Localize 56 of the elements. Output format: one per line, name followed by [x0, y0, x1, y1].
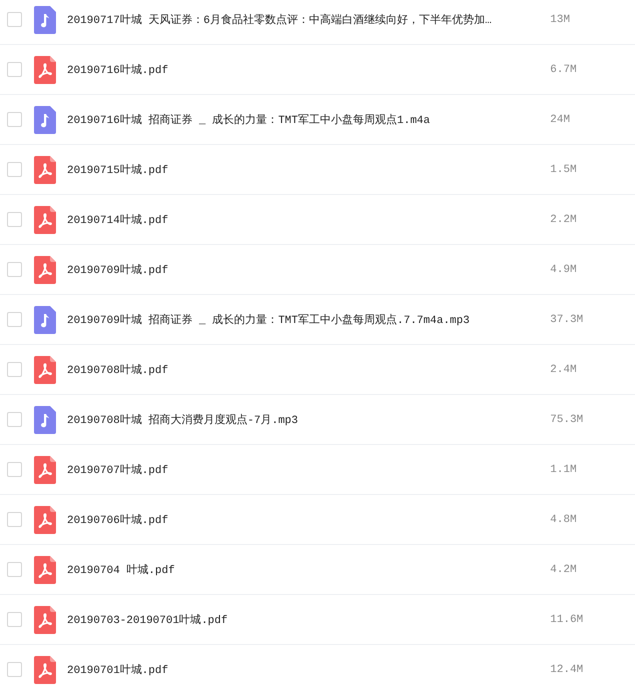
- pdf-file-icon: [34, 256, 56, 284]
- checkbox[interactable]: [7, 562, 22, 577]
- file-size: 2.2M: [550, 214, 578, 226]
- pdf-file-icon: [34, 506, 56, 534]
- checkbox[interactable]: [7, 162, 22, 177]
- checkbox[interactable]: [7, 62, 22, 77]
- file-size: 6.7M: [550, 64, 578, 76]
- music-note-icon: [34, 306, 56, 334]
- file-name[interactable]: 20190709叶城.pdf: [66, 262, 550, 277]
- checkbox[interactable]: [7, 612, 22, 627]
- music-note-icon: [34, 6, 56, 34]
- file-size: 4.9M: [550, 264, 578, 276]
- file-name[interactable]: 20190715叶城.pdf: [66, 162, 550, 177]
- file-name[interactable]: 20190708叶城.pdf: [66, 362, 550, 377]
- file-name[interactable]: 20190701叶城.pdf: [66, 662, 550, 677]
- checkbox[interactable]: [7, 412, 22, 427]
- pdf-file-icon: [34, 456, 56, 484]
- checkbox[interactable]: [7, 512, 22, 527]
- pdf-file-icon: [34, 606, 56, 634]
- file-name[interactable]: 20190709叶城 招商证券 _ 成长的力量：TMT军工中小盘每周观点.7.7m4a.mp3: [66, 312, 550, 327]
- pdf-file-icon: [34, 356, 56, 384]
- file-size: 11.6M: [550, 614, 584, 626]
- checkbox[interactable]: [7, 112, 22, 127]
- checkbox[interactable]: [7, 12, 22, 27]
- file-size: 2.4M: [550, 364, 578, 376]
- file-name[interactable]: 20190714叶城.pdf: [66, 212, 550, 227]
- checkbox[interactable]: [7, 362, 22, 377]
- pdf-file-icon: [34, 156, 56, 184]
- checkbox[interactable]: [7, 462, 22, 477]
- checkbox[interactable]: [7, 262, 22, 277]
- music-note-icon: [34, 406, 56, 434]
- file-name[interactable]: 20190704 叶城.pdf: [66, 562, 550, 577]
- file-name[interactable]: 20190707叶城.pdf: [66, 462, 550, 477]
- file-size: 13M: [550, 14, 571, 26]
- file-size: 37.3M: [550, 314, 584, 326]
- file-size: 24M: [550, 114, 571, 126]
- file-size: 75.3M: [550, 414, 584, 426]
- file-size: 1.1M: [550, 464, 578, 476]
- pdf-file-icon: [34, 56, 56, 84]
- file-name[interactable]: 20190706叶城.pdf: [66, 512, 550, 527]
- file-name[interactable]: 20190716叶城.pdf: [66, 62, 550, 77]
- pdf-file-icon: [34, 656, 56, 684]
- checkbox[interactable]: [7, 212, 22, 227]
- file-name[interactable]: 20190717叶城 天风证券：6月食品社零数点评：中高端白酒继续向好，下半年优势加…: [66, 12, 550, 27]
- file-name[interactable]: 20190716叶城 招商证券 _ 成长的力量：TMT军工中小盘每周观点1.m4a: [66, 112, 550, 127]
- file-size: 12.4M: [550, 664, 584, 676]
- file-size: 1.5M: [550, 164, 578, 176]
- pdf-file-icon: [34, 206, 56, 234]
- file-name[interactable]: 20190708叶城 招商大消费月度观点-7月.mp3: [66, 412, 550, 427]
- file-name[interactable]: 20190703-20190701叶城.pdf: [66, 612, 550, 627]
- file-size: 4.8M: [550, 514, 578, 526]
- file-size: 4.2M: [550, 564, 578, 576]
- checkbox[interactable]: [7, 312, 22, 327]
- checkbox[interactable]: [7, 662, 22, 677]
- pdf-file-icon: [34, 556, 56, 584]
- music-note-icon: [34, 106, 56, 134]
